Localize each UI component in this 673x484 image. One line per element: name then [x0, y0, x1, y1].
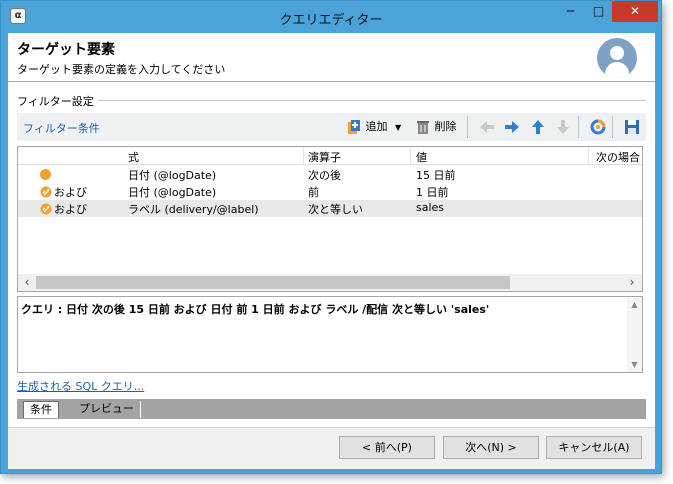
- operator-cell: 次の後: [308, 169, 341, 182]
- chevron-down-icon[interactable]: ▼: [395, 123, 401, 132]
- column-header-expression[interactable]: 式: [128, 149, 139, 165]
- vertical-scrollbar[interactable]: ▲ ▼: [627, 297, 642, 372]
- title-bar[interactable]: α クエリエディター ─ □ ✕: [1, 1, 661, 33]
- toolbar-separator: [578, 116, 579, 138]
- horizontal-scrollbar[interactable]: ‹ ›: [18, 274, 642, 291]
- condition-link-icon: [40, 186, 52, 198]
- dialog-header: ターゲット要素 ターゲット要素の定義を入力してください: [8, 33, 655, 82]
- next-button[interactable]: 次へ(N) >: [443, 436, 539, 459]
- scroll-down-icon[interactable]: ▼: [629, 360, 640, 369]
- generated-sql-link[interactable]: 生成される SQL クエリ...: [17, 378, 144, 394]
- previous-button[interactable]: < 前へ(P): [339, 436, 435, 459]
- tab-strip: 条件 プレビュー: [17, 399, 646, 419]
- page-subtitle: ターゲット要素の定義を入力してください: [17, 63, 226, 76]
- table-row[interactable]: および ラベル (delivery/@label) 次と等しい sales: [18, 200, 642, 217]
- value-cell: sales: [416, 201, 445, 214]
- tab-preview[interactable]: プレビュー: [73, 401, 141, 418]
- cancel-button[interactable]: キャンセル(A): [546, 436, 642, 459]
- operator-cell: 次と等しい: [308, 203, 363, 216]
- table-row[interactable]: 日付 (@logDate) 次の後 15 日前: [18, 166, 642, 183]
- value-cell: 1 日前: [416, 186, 449, 199]
- expression-cell: 日付 (@logDate): [128, 169, 217, 182]
- filter-conditions-link[interactable]: フィルター条件: [23, 120, 100, 136]
- tab-conditions[interactable]: 条件: [23, 401, 59, 418]
- filter-conditions-grid: 式 演算子 値 次の場合 日付 (@logDate) 次の後 15 日前 および…: [17, 146, 643, 292]
- save-icon[interactable]: [624, 119, 640, 135]
- condition-link-icon: [40, 203, 52, 215]
- filter-settings-section: フィルター設定: [17, 93, 646, 109]
- close-button[interactable]: ✕: [612, 1, 658, 22]
- scrollbar-thumb[interactable]: [36, 276, 510, 289]
- column-header-if[interactable]: 次の場合: [596, 149, 640, 165]
- expression-cell: ラベル (delivery/@label): [128, 203, 259, 216]
- logic-cell: および: [54, 203, 87, 216]
- scroll-right-icon[interactable]: ›: [625, 275, 639, 289]
- section-divider: [17, 100, 646, 101]
- arrow-down-icon[interactable]: [555, 119, 571, 135]
- arrow-left-icon[interactable]: [479, 119, 495, 135]
- delete-label: 削除: [434, 120, 457, 133]
- minimize-button[interactable]: ─: [556, 1, 585, 22]
- arrow-right-icon[interactable]: [504, 119, 520, 135]
- section-label: フィルター設定: [17, 93, 98, 109]
- condition-dot-icon: [40, 169, 51, 180]
- filter-toolbar: フィルター条件 追加 ▼ 削除: [17, 113, 646, 141]
- table-row[interactable]: および 日付 (@logDate) 前 1 日前: [18, 183, 642, 200]
- operator-cell: 前: [308, 186, 319, 199]
- query-text: クエリ : 日付 次の後 15 日前 および 日付 前 1 日前 および ラベル…: [21, 303, 490, 316]
- query-editor-window: α クエリエディター ─ □ ✕ ターゲット要素 ターゲット要素の定義を入力して…: [0, 0, 662, 474]
- trash-icon: [417, 121, 429, 134]
- add-label: 追加: [365, 120, 388, 133]
- add-button[interactable]: 追加 ▼: [346, 118, 401, 136]
- arrow-up-icon[interactable]: [530, 119, 546, 135]
- user-avatar-icon: [597, 38, 637, 78]
- toolbar-separator: [467, 116, 468, 138]
- column-header-operator[interactable]: 演算子: [308, 149, 341, 165]
- scroll-left-icon[interactable]: ‹: [20, 275, 34, 289]
- dialog-footer: < 前へ(P) 次へ(N) > キャンセル(A): [8, 428, 655, 469]
- maximize-button[interactable]: □: [584, 1, 613, 22]
- expression-cell: 日付 (@logDate): [128, 186, 217, 199]
- dialog-body: ターゲット要素 ターゲット要素の定義を入力してください フィルター設定 フィルタ…: [8, 33, 655, 469]
- toolbar-separator: [612, 116, 613, 138]
- add-icon: [348, 120, 360, 134]
- scroll-up-icon[interactable]: ▲: [629, 300, 640, 309]
- delete-button[interactable]: 削除: [415, 118, 457, 136]
- logic-cell: および: [54, 186, 87, 199]
- query-preview: クエリ : 日付 次の後 15 日前 および 日付 前 1 日前 および ラベル…: [17, 296, 643, 373]
- refresh-icon[interactable]: [590, 119, 606, 135]
- grid-header: 式 演算子 値 次の場合: [18, 147, 642, 165]
- value-cell: 15 日前: [416, 169, 456, 182]
- column-header-value[interactable]: 値: [416, 149, 427, 165]
- page-title: ターゲット要素: [17, 42, 115, 58]
